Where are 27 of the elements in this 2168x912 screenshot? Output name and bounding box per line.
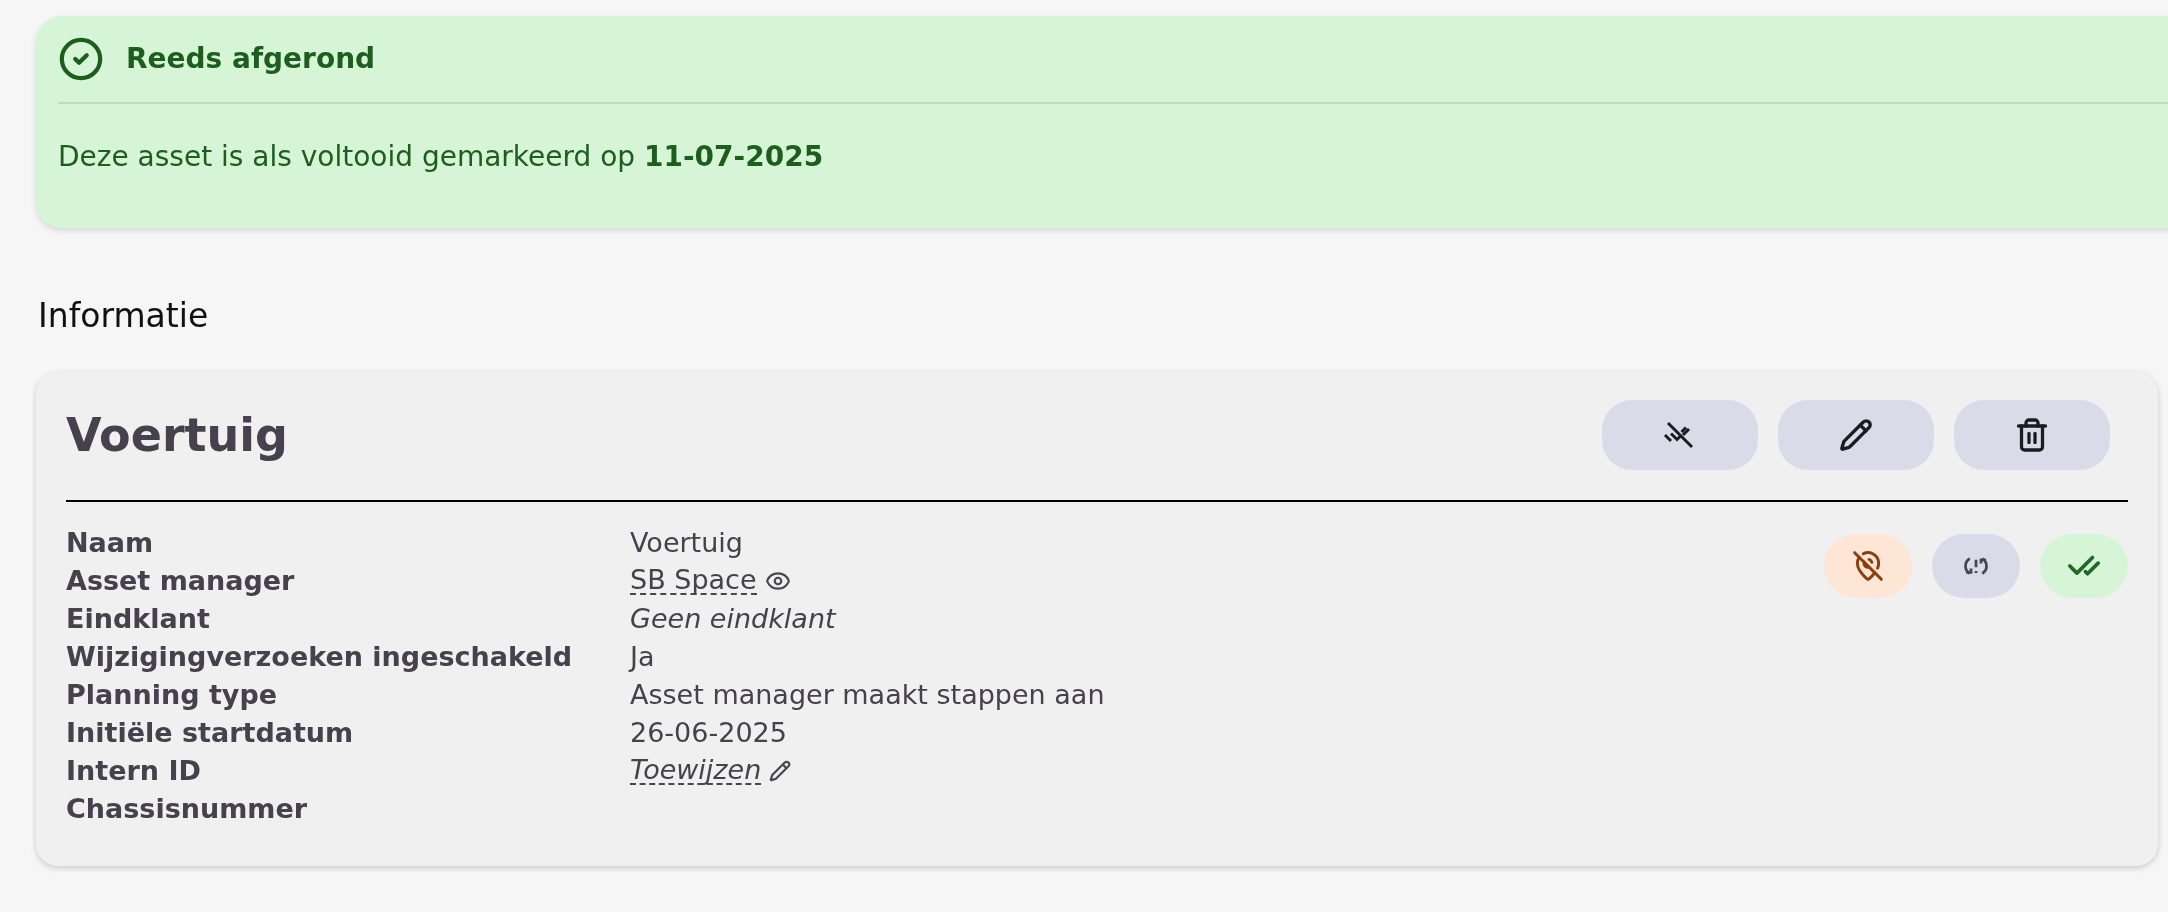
field-value: Asset manager maakt stappen aan <box>630 678 1105 712</box>
field-label: Chassisnummer <box>66 792 309 826</box>
manager-link[interactable]: SB Space <box>630 567 757 595</box>
card-title: Voertuig <box>66 406 288 464</box>
field-label: Initiële startdatum <box>66 716 355 750</box>
edit-button[interactable] <box>1778 400 1934 470</box>
field-label: Intern ID <box>66 754 202 788</box>
field-label: Wijzigingverzoeken ingeschakeld <box>66 640 574 674</box>
assign-link[interactable]: Toewijzen <box>630 757 762 785</box>
field-label: Naam <box>66 526 155 560</box>
pencil-icon <box>1839 418 1873 452</box>
field-value: Ja <box>630 640 655 674</box>
alert-title: Reeds afgerond <box>126 41 376 77</box>
field-value: Voertuig <box>630 526 743 560</box>
section-title: Informatie <box>37 296 210 336</box>
remove-done-button[interactable] <box>1602 400 1758 470</box>
field-value: 26-06-2025 <box>630 716 787 750</box>
pencil-icon[interactable] <box>769 760 792 782</box>
field-label: Eindklant <box>66 602 211 636</box>
location-off-icon <box>1852 550 1884 582</box>
field-label: Asset manager <box>66 564 296 598</box>
field-label: Planning type <box>66 678 279 712</box>
alert-message: Deze asset is als voltooid gemarkeerd op 11-07-2025 <box>58 139 825 175</box>
trash-icon <box>2014 417 2050 453</box>
delete-button[interactable] <box>1954 400 2110 470</box>
field-value: Geen eindklant <box>630 602 836 636</box>
check-circle-icon <box>58 36 104 82</box>
